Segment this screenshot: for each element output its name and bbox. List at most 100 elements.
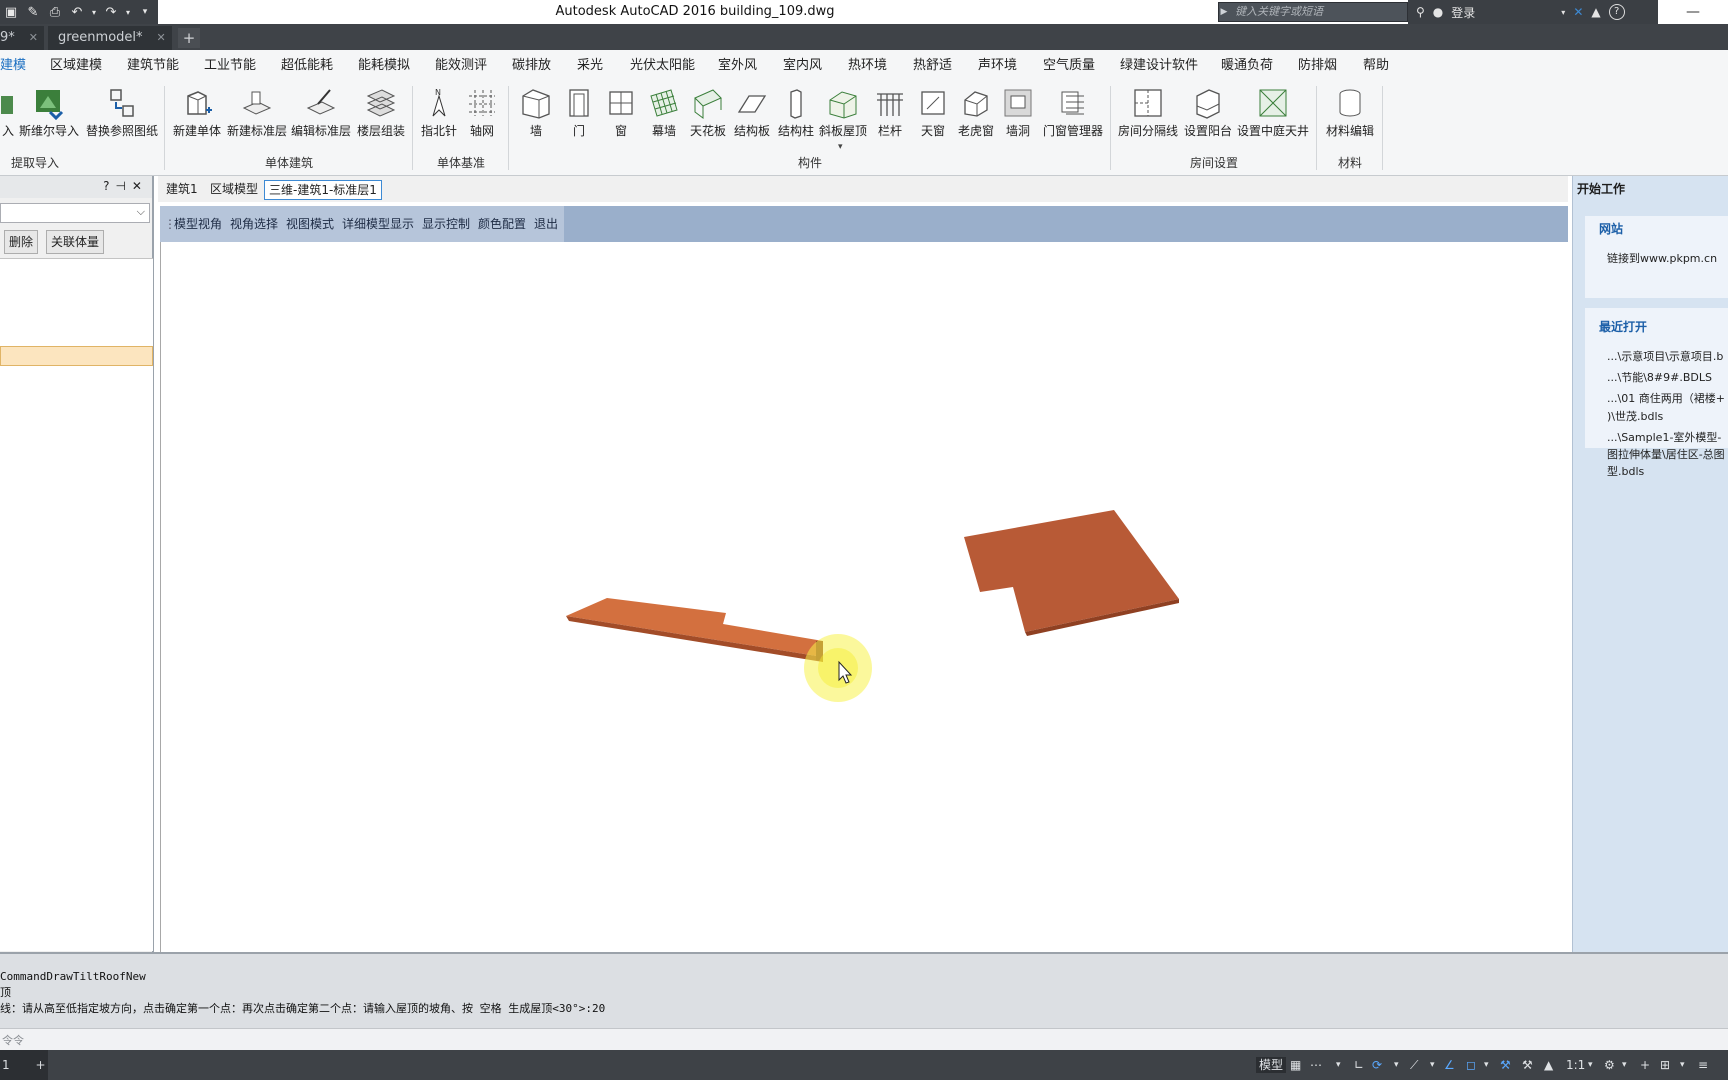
room-divider-button[interactable]: 房间分隔线	[1116, 86, 1180, 146]
annotation-scale-value[interactable]: 1:1	[1566, 1057, 1585, 1073]
login-button[interactable]: 登录	[1451, 4, 1475, 21]
plus-icon[interactable]: +	[1640, 1057, 1650, 1073]
view-tab-active[interactable]: 三维-建筑1-标准层1	[264, 180, 382, 200]
ribbon-tab[interactable]: 光伏太阳能	[630, 50, 695, 80]
ribbon-tab[interactable]: 帮助	[1363, 50, 1389, 80]
add-layout-icon[interactable]: +	[35, 1058, 45, 1072]
help-icon[interactable]: ?	[1608, 4, 1625, 20]
ceiling-button[interactable]: 天花板	[686, 86, 730, 146]
import-button[interactable]: 入	[0, 86, 16, 146]
door-window-manager-button[interactable]: 门窗管理器	[1040, 86, 1106, 146]
search-expand-icon[interactable]: ▶	[1218, 4, 1230, 20]
polar-icon[interactable]: ⟳	[1372, 1057, 1382, 1073]
north-arrow-button[interactable]: N 指北针	[418, 86, 460, 146]
wall-opening-button[interactable]: 墙洞	[998, 86, 1038, 146]
ribbon-tab[interactable]: 绿建设计软件	[1120, 50, 1198, 80]
structural-slab-button[interactable]: 结构板	[730, 86, 774, 146]
snap-icon[interactable]: ⋯	[1310, 1057, 1322, 1073]
3d-viewport[interactable]	[160, 242, 1569, 952]
view-mode-button[interactable]: 视图模式	[286, 206, 334, 242]
recent-file-cont[interactable]: 图拉伸体量\居住区-总图	[1607, 446, 1725, 462]
close-icon[interactable]: ✕	[157, 31, 166, 44]
chevron-down-icon[interactable]: ▾	[1588, 1057, 1593, 1073]
exchange-icon[interactable]: ✕	[1573, 5, 1583, 19]
ribbon-tab[interactable]: 室内风	[783, 50, 822, 80]
list-item-selected[interactable]	[0, 346, 153, 366]
grid-icon[interactable]: ▦	[1290, 1057, 1301, 1073]
annotation-visibility-icon[interactable]: ⚒	[1500, 1057, 1511, 1073]
delete-button[interactable]: 删除	[4, 230, 39, 254]
sloped-roof-dropdown-icon[interactable]: ▾	[838, 142, 843, 152]
ribbon-tab[interactable]: 建模	[0, 50, 26, 80]
material-edit-button[interactable]: 材料编辑	[1322, 86, 1378, 146]
ribbon-tab[interactable]: 超低能耗	[281, 50, 333, 80]
chevron-down-icon[interactable]: ▾	[1430, 1057, 1435, 1073]
ribbon-tab[interactable]: 工业节能	[204, 50, 256, 80]
new-tab-button[interactable]: +	[178, 28, 200, 48]
new-building-button[interactable]: 新建单体	[170, 86, 224, 146]
ribbon-tab[interactable]: 暖通负荷	[1221, 50, 1273, 80]
dormer-button[interactable]: 老虎窗	[954, 86, 998, 146]
object-snap-icon[interactable]: ◻	[1466, 1057, 1476, 1073]
ribbon-tab[interactable]: 能耗模拟	[358, 50, 410, 80]
sware-import-button[interactable]: 斯维尔导入	[18, 86, 80, 146]
link-mass-button[interactable]: 关联体量	[46, 230, 105, 254]
door-button[interactable]: 门	[560, 86, 598, 146]
redo-dropdown-icon[interactable]: ▾	[124, 3, 132, 21]
file-tab[interactable]: greenmodel* ✕	[48, 26, 172, 50]
railing-button[interactable]: 栏杆	[870, 86, 910, 146]
customization-icon[interactable]: ≡	[1698, 1057, 1708, 1073]
print-icon[interactable]: ⎙	[46, 3, 64, 21]
skylight-button[interactable]: 天窗	[914, 86, 952, 146]
roof-slab[interactable]	[964, 510, 1179, 636]
replace-ref-drawing-button[interactable]: 替换参照图纸	[84, 86, 160, 146]
ribbon-tab[interactable]: 热舒适	[913, 50, 952, 80]
minimize-button[interactable]: —	[1658, 0, 1728, 24]
recent-file[interactable]: ...\01 商住两用（裙楼+	[1607, 390, 1725, 406]
axis-grid-button[interactable]: 轴网	[462, 86, 502, 146]
edit-standard-floor-button[interactable]: 编辑标准层	[290, 86, 352, 146]
model-space-button[interactable]: 模型	[1256, 1057, 1287, 1073]
set-balcony-button[interactable]: 设置阳台	[1180, 86, 1236, 146]
sloped-roof-button[interactable]: 斜板屋顶	[816, 86, 870, 146]
login-dropdown-icon[interactable]: ▾	[1561, 8, 1565, 17]
set-atrium-button[interactable]: 设置中庭天井	[1236, 86, 1310, 146]
ortho-icon[interactable]: ∟	[1354, 1057, 1364, 1073]
ribbon-tab[interactable]: 空气质量	[1043, 50, 1095, 80]
save-icon[interactable]: ▣	[2, 3, 20, 21]
structural-column-button[interactable]: 结构柱	[774, 86, 818, 146]
binoculars-icon[interactable]: ⚲	[1416, 5, 1425, 19]
floor-assembly-button[interactable]: 楼层组装	[354, 86, 408, 146]
exit-button[interactable]: 退出	[534, 206, 558, 242]
chevron-down-icon[interactable]: ▾	[1394, 1057, 1399, 1073]
palette-controls[interactable]: ?⊣✕	[103, 179, 148, 193]
window-button[interactable]: 窗	[602, 86, 640, 146]
chevron-down-icon[interactable]: ▾	[1622, 1057, 1627, 1073]
workspace-gear-icon[interactable]: ⚙	[1604, 1057, 1615, 1073]
ribbon-tab[interactable]: 建筑节能	[127, 50, 179, 80]
curtain-wall-button[interactable]: 幕墙	[644, 86, 684, 146]
ribbon-tab[interactable]: 能效测评	[435, 50, 487, 80]
search-input[interactable]: 键入关键字或短语	[1218, 2, 1408, 22]
display-control-button[interactable]: 显示控制	[422, 206, 470, 242]
undo-dropdown-icon[interactable]: ▾	[90, 3, 98, 21]
model-view-button[interactable]: 模型视角	[174, 206, 222, 242]
undo-icon[interactable]: ↶	[68, 3, 86, 21]
new-standard-floor-button[interactable]: 新建标准层	[226, 86, 288, 146]
chevron-down-icon[interactable]: ▾	[1680, 1057, 1685, 1073]
annotation-scale-icon[interactable]: ▲	[1544, 1057, 1553, 1073]
close-icon[interactable]: ✕	[29, 31, 38, 44]
ribbon-tab[interactable]: 区域建模	[50, 50, 102, 80]
wall-button[interactable]: 墙	[516, 86, 556, 146]
ribbon-tab[interactable]: 采光	[577, 50, 603, 80]
recent-file-cont[interactable]: )\世茂.bdls	[1607, 408, 1663, 424]
view-tab[interactable]: 区域模型	[206, 180, 262, 198]
ribbon-tab[interactable]: 碳排放	[512, 50, 551, 80]
palette-dropdown[interactable]: ⌵	[0, 203, 150, 223]
chevron-down-icon[interactable]: ▾	[1484, 1057, 1489, 1073]
detail-model-button[interactable]: 详细模型显示	[342, 206, 414, 242]
recent-file[interactable]: ...\示意项目\示意项目.b	[1607, 348, 1723, 364]
ribbon-tab[interactable]: 室外风	[718, 50, 757, 80]
isodraft-icon[interactable]: ⟋	[1410, 1057, 1418, 1073]
a360-icon[interactable]: ▲	[1591, 5, 1600, 19]
